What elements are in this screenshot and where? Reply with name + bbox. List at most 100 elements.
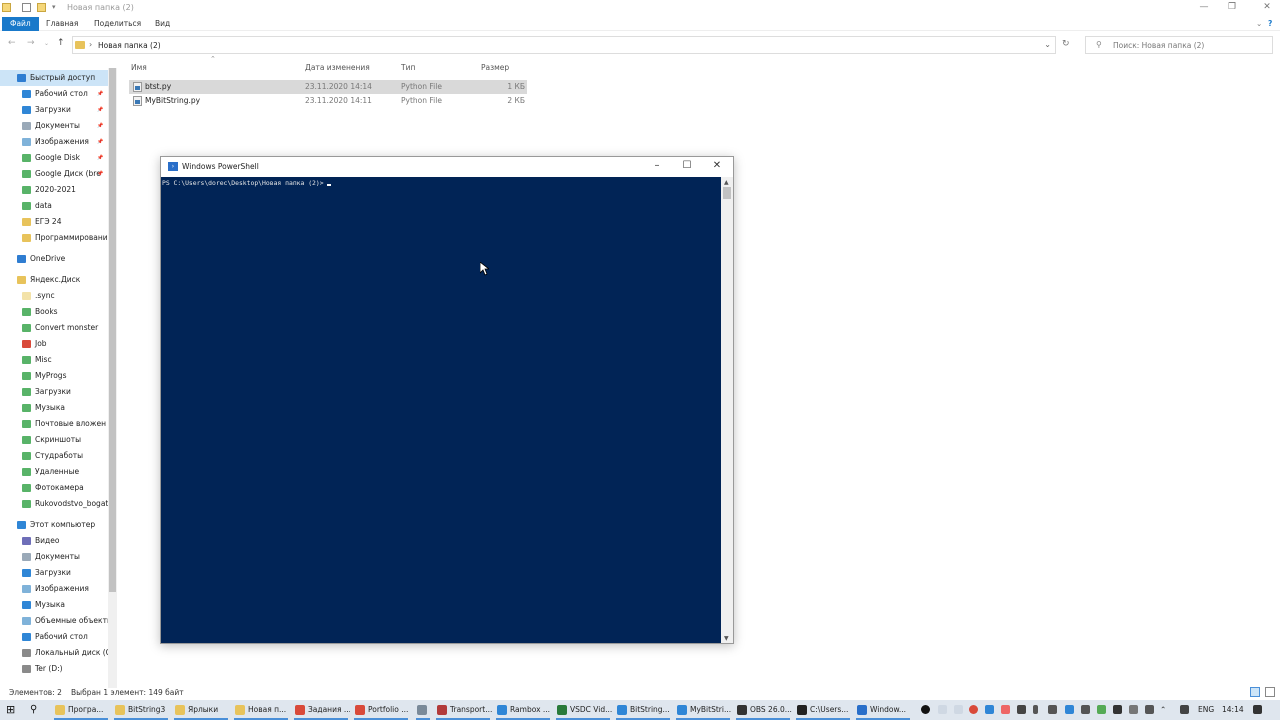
console-scrollbar[interactable]: ▲ ▼ bbox=[721, 177, 733, 643]
minimize-icon[interactable]: – bbox=[650, 160, 664, 171]
maximize-icon[interactable]: ❐ bbox=[1226, 2, 1238, 12]
console-area[interactable]: PS C:\Users\dorec\Desktop\Новая папка (2… bbox=[161, 177, 721, 643]
sidebar-item[interactable]: 2020-2021 bbox=[0, 182, 108, 198]
tray-app-icon[interactable] bbox=[1001, 705, 1010, 714]
help-icon[interactable]: ? bbox=[1268, 17, 1272, 31]
sidebar-item[interactable]: MyProgs bbox=[0, 368, 108, 384]
minimize-icon[interactable]: — bbox=[1198, 2, 1210, 12]
powershell-titlebar[interactable]: › Windows PowerShell – ☐ ✕ bbox=[161, 157, 733, 177]
recent-locations-icon[interactable]: ⌄ bbox=[44, 40, 49, 47]
microphone-icon[interactable] bbox=[1033, 705, 1038, 714]
sidebar-item[interactable]: Google Disk 📌 bbox=[0, 150, 108, 166]
taskbar-button[interactable]: MyBitStri... bbox=[674, 700, 732, 720]
breadcrumb[interactable]: Новая папка (2) bbox=[98, 41, 161, 50]
close-icon[interactable]: ✕ bbox=[1261, 2, 1273, 12]
powershell-window[interactable]: › Windows PowerShell – ☐ ✕ PS C:\Users\d… bbox=[160, 156, 734, 644]
tray-app-icon[interactable] bbox=[1081, 705, 1090, 714]
forward-icon[interactable]: → bbox=[27, 38, 35, 48]
sidebar-item[interactable]: Этот компьютер bbox=[0, 517, 108, 533]
sidebar-item[interactable]: ЕГЭ 24 bbox=[0, 214, 108, 230]
address-bar[interactable]: › Новая папка (2) ⌄ bbox=[72, 36, 1056, 54]
tray-app-icon[interactable] bbox=[985, 705, 994, 714]
sidebar-item[interactable]: Удаленные bbox=[0, 464, 108, 480]
sidebar-item[interactable]: Загрузки 📌 bbox=[0, 102, 108, 118]
sidebar-item[interactable]: Почтовые вложен bbox=[0, 416, 108, 432]
tab-home[interactable]: Главная bbox=[46, 17, 78, 31]
file-row[interactable]: MyBitString.py 23.11.2020 14:11 Python Fil… bbox=[129, 94, 527, 108]
checkbox-icon[interactable] bbox=[22, 3, 31, 12]
notifications-icon[interactable] bbox=[1253, 705, 1262, 714]
tray-app-icon[interactable] bbox=[921, 705, 930, 714]
sidebar-item[interactable]: Объемные объекты bbox=[0, 613, 108, 629]
taskbar-button[interactable]: Window... bbox=[854, 700, 912, 720]
taskbar-button[interactable]: Новая п... bbox=[232, 700, 290, 720]
chevron-down-icon[interactable]: ⌄ bbox=[1044, 40, 1051, 49]
back-icon[interactable]: ← bbox=[8, 38, 16, 48]
tray-app-icon[interactable] bbox=[1113, 705, 1122, 714]
column-header-size[interactable]: Размер bbox=[481, 63, 509, 72]
sidebar-item[interactable]: Misc bbox=[0, 352, 108, 368]
taskbar-button[interactable]: Програ... bbox=[52, 700, 110, 720]
tray-app-icon[interactable] bbox=[969, 705, 978, 714]
tab-file[interactable]: Файл bbox=[2, 17, 39, 31]
taskbar-button[interactable]: Transport... bbox=[434, 700, 492, 720]
sidebar-item[interactable]: data bbox=[0, 198, 108, 214]
sidebar-item[interactable]: Рабочий стол bbox=[0, 629, 108, 645]
language-indicator[interactable]: ENG bbox=[1198, 705, 1214, 714]
sidebar-item[interactable]: Яндекс.Диск bbox=[0, 272, 108, 288]
sidebar-item[interactable]: Музыка bbox=[0, 400, 108, 416]
file-row[interactable]: btst.py 23.11.2020 14:14 Python File 1 КБ bbox=[129, 80, 527, 94]
taskbar-button[interactable] bbox=[414, 700, 432, 720]
taskbar-button[interactable]: BitString3 bbox=[112, 700, 170, 720]
sidebar-item[interactable]: Rukovodstvo_bogat bbox=[0, 496, 108, 512]
tray-app-icon[interactable] bbox=[1017, 705, 1026, 714]
sidebar-item[interactable]: Изображения 📌 bbox=[0, 134, 108, 150]
clock[interactable]: 14:14 bbox=[1222, 705, 1244, 714]
new-folder-icon[interactable] bbox=[37, 3, 46, 12]
search-icon[interactable]: ⚲ bbox=[30, 700, 44, 720]
taskbar-button[interactable]: OBS 26.0... bbox=[734, 700, 792, 720]
up-icon[interactable]: ↑ bbox=[57, 38, 65, 48]
taskbar-button[interactable]: Rambox ... bbox=[494, 700, 552, 720]
sidebar-item[interactable]: .sync bbox=[0, 288, 108, 304]
taskbar-button[interactable]: BitString... bbox=[614, 700, 672, 720]
sidebar-item[interactable]: Books bbox=[0, 304, 108, 320]
taskbar-button[interactable]: VSDC Vid... bbox=[554, 700, 612, 720]
network-icon[interactable] bbox=[1180, 705, 1189, 714]
column-header-type[interactable]: Тип bbox=[401, 63, 415, 72]
sidebar-item[interactable]: Программировани bbox=[0, 230, 108, 246]
sidebar-item[interactable]: Convert monster bbox=[0, 320, 108, 336]
tray-app-icon[interactable] bbox=[938, 705, 947, 714]
tab-share[interactable]: Поделиться bbox=[94, 17, 141, 31]
scroll-up-icon[interactable]: ▲ bbox=[724, 179, 729, 186]
sidebar-item[interactable]: Быстрый доступ bbox=[0, 70, 108, 86]
tray-app-icon[interactable] bbox=[1129, 705, 1138, 714]
sidebar-item[interactable]: Скриншоты bbox=[0, 432, 108, 448]
taskbar-button[interactable]: Portfolio ... bbox=[352, 700, 410, 720]
sidebar-item[interactable]: Job bbox=[0, 336, 108, 352]
taskbar-button[interactable]: C:\Users... bbox=[794, 700, 852, 720]
sidebar-item[interactable]: Документы 📌 bbox=[0, 118, 108, 134]
sidebar-item[interactable]: Загрузки bbox=[0, 565, 108, 581]
start-icon[interactable]: ⊞ bbox=[6, 700, 20, 720]
breadcrumb-separator-icon[interactable]: › bbox=[89, 40, 92, 49]
show-hidden-icons-icon[interactable]: ⌃ bbox=[1160, 705, 1166, 714]
sidebar-item[interactable]: Локальный диск (C bbox=[0, 645, 108, 661]
sidebar-item[interactable]: OneDrive bbox=[0, 251, 108, 267]
sidebar-item[interactable]: Фотокамера bbox=[0, 480, 108, 496]
taskbar-button[interactable]: Ярлыки bbox=[172, 700, 230, 720]
sidebar-item[interactable]: Загрузки bbox=[0, 384, 108, 400]
sidebar-item[interactable]: Изображения bbox=[0, 581, 108, 597]
maximize-icon[interactable]: ☐ bbox=[680, 160, 694, 171]
tray-app-icon[interactable] bbox=[1048, 705, 1057, 714]
bluetooth-icon[interactable] bbox=[1065, 705, 1074, 714]
scroll-down-icon[interactable]: ▼ bbox=[724, 635, 729, 642]
sidebar-scrollbar-thumb[interactable] bbox=[109, 68, 116, 592]
sidebar-item[interactable]: Ter (D:) bbox=[0, 661, 108, 677]
large-icons-view-icon[interactable] bbox=[1265, 687, 1275, 697]
refresh-icon[interactable]: ↻ bbox=[1062, 39, 1070, 49]
column-header-name[interactable]: Имя bbox=[131, 63, 147, 72]
tray-app-icon[interactable] bbox=[1097, 705, 1106, 714]
tray-app-icon[interactable] bbox=[1145, 705, 1154, 714]
close-icon[interactable]: ✕ bbox=[710, 160, 724, 171]
